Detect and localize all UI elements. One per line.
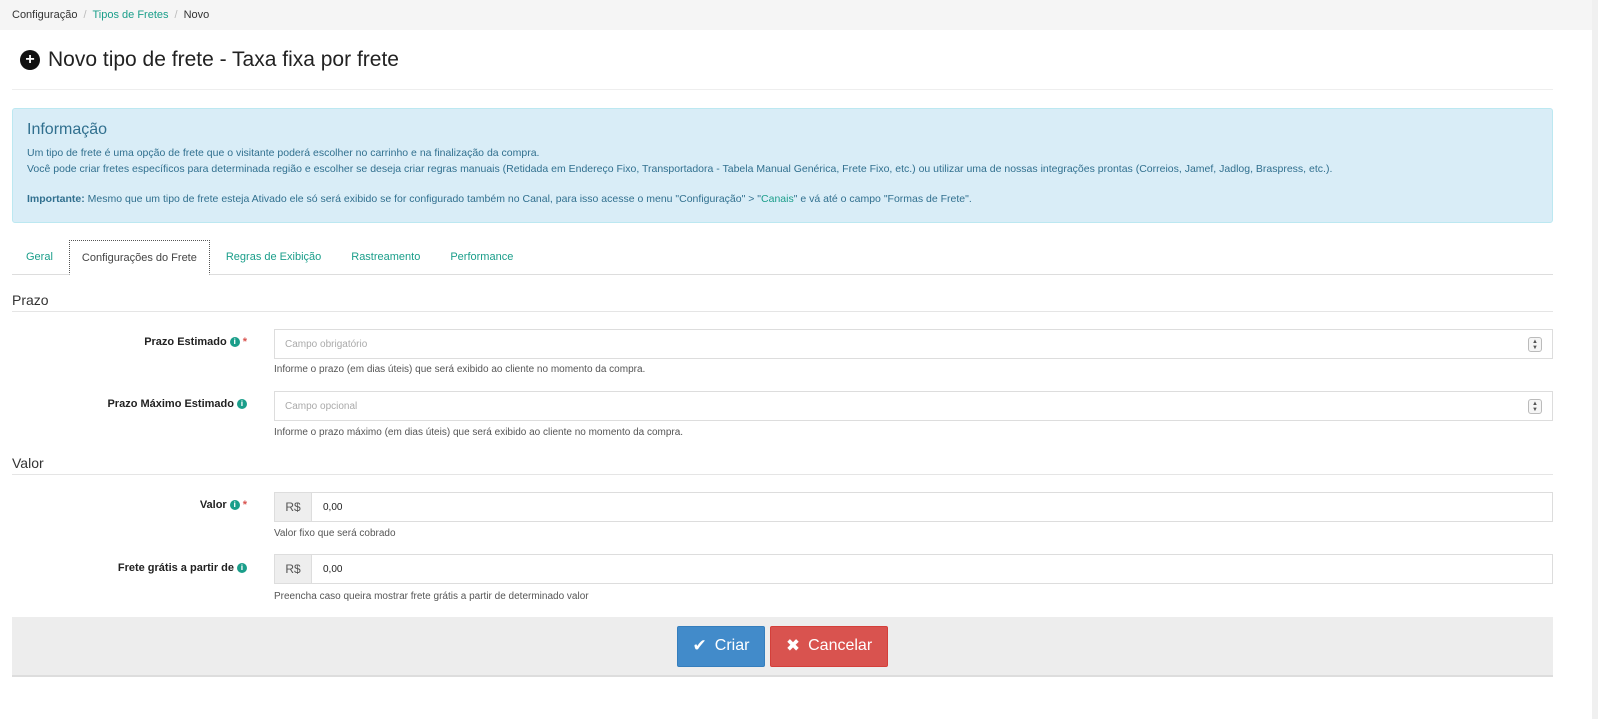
required-marker: * — [242, 336, 247, 348]
prazo-estimado-label-text: Prazo Estimado — [144, 336, 227, 348]
valor-input[interactable] — [312, 493, 1552, 521]
info-line-2: Você pode criar fretes específicos para … — [27, 162, 1333, 175]
plus-circle-icon: + — [20, 50, 40, 70]
valor-label: Valor i * — [12, 499, 247, 511]
valor-label-text: Valor — [199, 499, 227, 511]
info-heading: Informação — [27, 121, 108, 138]
info-line-1: Um tipo de frete é uma opção de frete qu… — [27, 147, 540, 159]
info-important-text-a: Mesmo que um tipo de frete esteja Ativad… — [84, 193, 762, 205]
info-important-text-b: " e vá até o campo "Formas de Frete". — [793, 193, 972, 205]
prazo-maximo-input[interactable] — [275, 392, 1552, 420]
prazo-estimado-help: Informe o prazo (em dias úteis) que será… — [274, 364, 646, 375]
prazo-maximo-label-text: Prazo Máximo Estimado — [107, 398, 234, 410]
info-important-label: Importante: — [27, 193, 85, 205]
breadcrumb-separator: / — [83, 9, 87, 21]
breadcrumb: Configuração / Tipos de Fretes / Novo — [0, 0, 1598, 30]
tab-performance[interactable]: Performance — [436, 240, 527, 275]
currency-addon: R$ — [275, 555, 312, 583]
info-icon[interactable]: i — [229, 500, 240, 510]
required-marker: * — [242, 499, 247, 511]
breadcrumb-configuracao[interactable]: Configuração — [12, 9, 77, 21]
prazo-maximo-help: Informe o prazo máximo (em dias úteis) q… — [274, 427, 684, 438]
currency-addon: R$ — [275, 493, 312, 521]
cancel-button-label: Cancelar — [808, 637, 873, 654]
number-spinner-icon[interactable]: ▲ ▼ — [1528, 399, 1542, 414]
page-title: + Novo tipo de frete - Taxa fixa por fre… — [20, 48, 399, 72]
tab-regras-de-exibicao[interactable]: Regras de Exibição — [212, 240, 335, 275]
tab-bar: Geral Configurações do Frete Regras de E… — [12, 240, 1553, 275]
frete-gratis-input[interactable] — [312, 555, 1552, 583]
prazo-maximo-label: Prazo Máximo Estimado i — [12, 398, 247, 410]
canais-link[interactable]: Canais — [761, 193, 794, 205]
prazo-estimado-input[interactable] — [275, 330, 1552, 358]
info-alert: Informação Um tipo de frete é uma opção … — [12, 108, 1553, 223]
create-button[interactable]: ✔ Criar — [677, 625, 765, 667]
tab-rastreamento[interactable]: Rastreamento — [337, 240, 434, 275]
form-actions: ✔ Criar ✖ Cancelar — [12, 617, 1553, 677]
valor-input-group: R$ — [274, 492, 1553, 522]
prazo-maximo-field: ▲▼ — [274, 391, 1553, 421]
valor-help: Valor fixo que será cobrado — [274, 528, 396, 539]
breadcrumb-current: Novo — [183, 9, 210, 21]
tab-geral[interactable]: Geral — [12, 240, 67, 275]
info-important: Importante: Mesmo que um tipo de frete e… — [27, 192, 1538, 208]
info-icon[interactable]: i — [237, 399, 247, 409]
check-icon: ✔ — [692, 636, 707, 656]
frete-gratis-input-group: R$ — [274, 554, 1553, 584]
number-spinner-icon[interactable]: ▲ ▼ — [1528, 337, 1542, 352]
frete-gratis-label: Frete grátis a partir de i — [12, 562, 247, 574]
title-divider — [12, 89, 1553, 90]
breadcrumb-tipos-de-fretes[interactable]: Tipos de Fretes — [93, 9, 169, 21]
create-button-label: Criar — [714, 637, 750, 654]
info-icon[interactable]: i — [237, 563, 247, 573]
section-title-valor: Valor — [12, 455, 1553, 475]
section-title-prazo: Prazo — [12, 292, 1553, 312]
prazo-estimado-field: ▲▼ — [274, 329, 1553, 359]
breadcrumb-separator: / — [174, 9, 178, 21]
page-scrollbar[interactable] — [1592, 0, 1598, 719]
frete-gratis-label-text: Frete grátis a partir de — [117, 562, 234, 574]
frete-gratis-help: Preencha caso queira mostrar frete gráti… — [274, 591, 589, 602]
tab-configuracoes-do-frete[interactable]: Configurações do Frete — [68, 240, 210, 275]
cancel-button[interactable]: ✖ Cancelar — [770, 625, 888, 667]
close-icon: ✖ — [785, 636, 801, 656]
page-title-text: Novo tipo de frete - Taxa fixa por frete — [48, 48, 399, 71]
prazo-estimado-label: Prazo Estimado i * — [12, 336, 247, 348]
info-icon[interactable]: i — [229, 337, 240, 347]
